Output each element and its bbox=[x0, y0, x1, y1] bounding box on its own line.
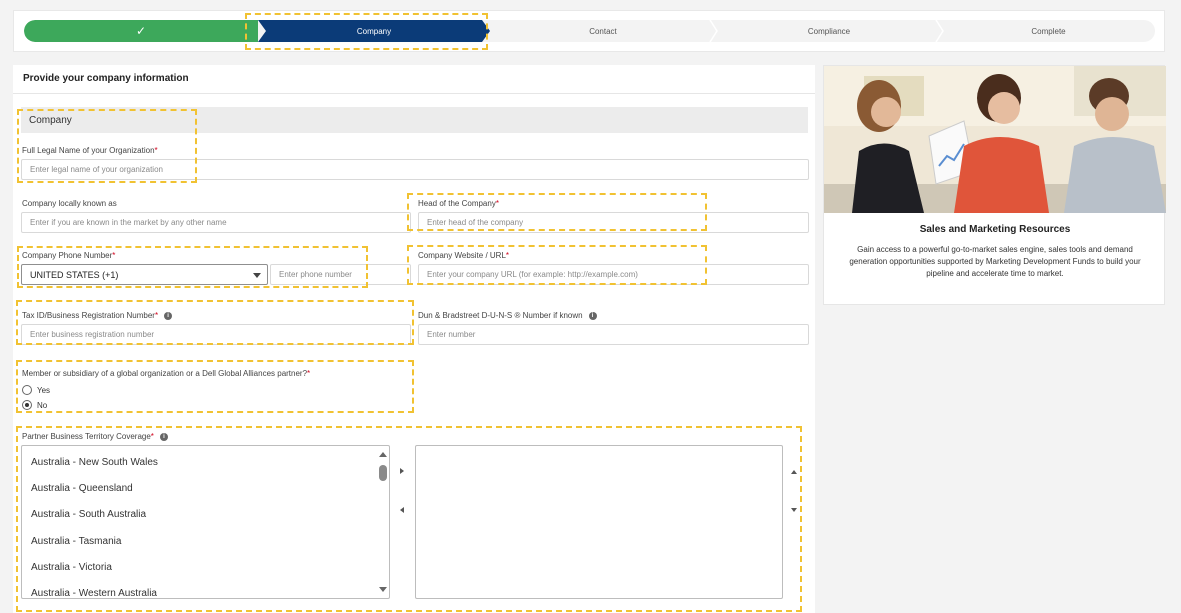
territory-available-list[interactable]: Australia - New South Wales Australia - … bbox=[21, 445, 390, 599]
list-item[interactable]: Australia - New South Wales bbox=[31, 457, 158, 468]
step-complete[interactable]: Complete bbox=[942, 20, 1155, 42]
member-label: Member or subsidiary of a global organiz… bbox=[22, 369, 311, 378]
scrollbar[interactable] bbox=[377, 446, 389, 598]
list-item[interactable]: Australia - South Australia bbox=[31, 509, 146, 520]
country-code-value: UNITED STATES (+1) bbox=[30, 269, 119, 280]
resources-card: Sales and Marketing Resources Gain acces… bbox=[823, 65, 1166, 305]
local-name-input[interactable] bbox=[21, 212, 411, 233]
move-down-icon[interactable] bbox=[791, 508, 797, 512]
step-done[interactable]: ✓ bbox=[24, 20, 258, 42]
chevron-down-icon bbox=[253, 273, 261, 278]
step-separator bbox=[708, 20, 718, 42]
radio-yes[interactable]: Yes bbox=[22, 385, 50, 395]
step-label: Complete bbox=[1031, 26, 1066, 36]
territory-selected-list[interactable] bbox=[415, 445, 783, 599]
step-company[interactable]: Company bbox=[258, 20, 490, 42]
progress-track: ✓ Company Contact Compliance Complete bbox=[24, 20, 1155, 42]
list-item[interactable]: Australia - Western Australia bbox=[31, 588, 157, 598]
duns-input[interactable] bbox=[418, 324, 809, 345]
head-label: Head of the Company* bbox=[418, 199, 499, 208]
progress-stepper: ✓ Company Contact Compliance Complete bbox=[13, 10, 1165, 52]
head-input[interactable] bbox=[418, 212, 809, 233]
sidebar-description: Gain access to a powerful go-to-market s… bbox=[849, 245, 1141, 278]
country-code-select[interactable]: UNITED STATES (+1) bbox=[21, 264, 268, 285]
legal-name-input[interactable] bbox=[21, 159, 809, 180]
list-item[interactable]: Australia - Tasmania bbox=[31, 536, 121, 547]
team-photo bbox=[824, 66, 1166, 213]
tax-id-input[interactable] bbox=[21, 324, 411, 345]
step-label: Compliance bbox=[807, 26, 851, 36]
scroll-thumb[interactable] bbox=[379, 465, 387, 481]
radio-label: No bbox=[37, 400, 48, 410]
step-separator bbox=[934, 20, 944, 42]
info-icon[interactable]: i bbox=[588, 311, 597, 320]
legal-name-label: Full Legal Name of your Organization* bbox=[22, 146, 158, 155]
duns-label: Dun & Bradstreet D-U-N-S ® Number if kno… bbox=[418, 311, 597, 320]
move-right-icon[interactable] bbox=[400, 468, 404, 474]
radio-label: Yes bbox=[37, 385, 51, 395]
form-title: Provide your company information bbox=[23, 73, 189, 84]
scroll-up-icon[interactable] bbox=[379, 452, 387, 457]
website-label: Company Website / URL* bbox=[418, 251, 510, 260]
step-compliance[interactable]: Compliance bbox=[716, 20, 942, 42]
team-photo-illustration bbox=[824, 66, 1166, 213]
phone-label: Company Phone Number* bbox=[22, 251, 116, 260]
step-label: Company bbox=[356, 26, 392, 36]
radio-button[interactable] bbox=[22, 400, 32, 410]
phone-input[interactable] bbox=[270, 264, 411, 285]
step-label: Contact bbox=[589, 26, 617, 36]
radio-no[interactable]: No bbox=[22, 400, 47, 410]
radio-button[interactable] bbox=[22, 385, 32, 395]
info-icon[interactable]: i bbox=[159, 432, 168, 441]
divider bbox=[13, 93, 815, 94]
website-input[interactable] bbox=[418, 264, 809, 285]
section-header: Company bbox=[21, 107, 808, 133]
move-up-icon[interactable] bbox=[791, 470, 797, 474]
territory-label: Partner Business Territory Coverage* i bbox=[22, 432, 168, 441]
sidebar-title: Sales and Marketing Resources bbox=[919, 224, 1071, 235]
tax-id-label: Tax ID/Business Registration Number* i bbox=[22, 311, 173, 320]
scroll-down-icon[interactable] bbox=[379, 587, 387, 592]
company-form: Provide your company information Company… bbox=[13, 65, 815, 613]
list-item[interactable]: Australia - Victoria bbox=[31, 562, 112, 573]
info-icon[interactable]: i bbox=[164, 311, 173, 320]
move-left-icon[interactable] bbox=[400, 507, 404, 513]
step-contact[interactable]: Contact bbox=[490, 20, 716, 42]
check-icon: ✓ bbox=[135, 24, 147, 38]
list-item[interactable]: Australia - Queensland bbox=[31, 483, 133, 494]
local-name-label: Company locally known as bbox=[22, 199, 117, 208]
